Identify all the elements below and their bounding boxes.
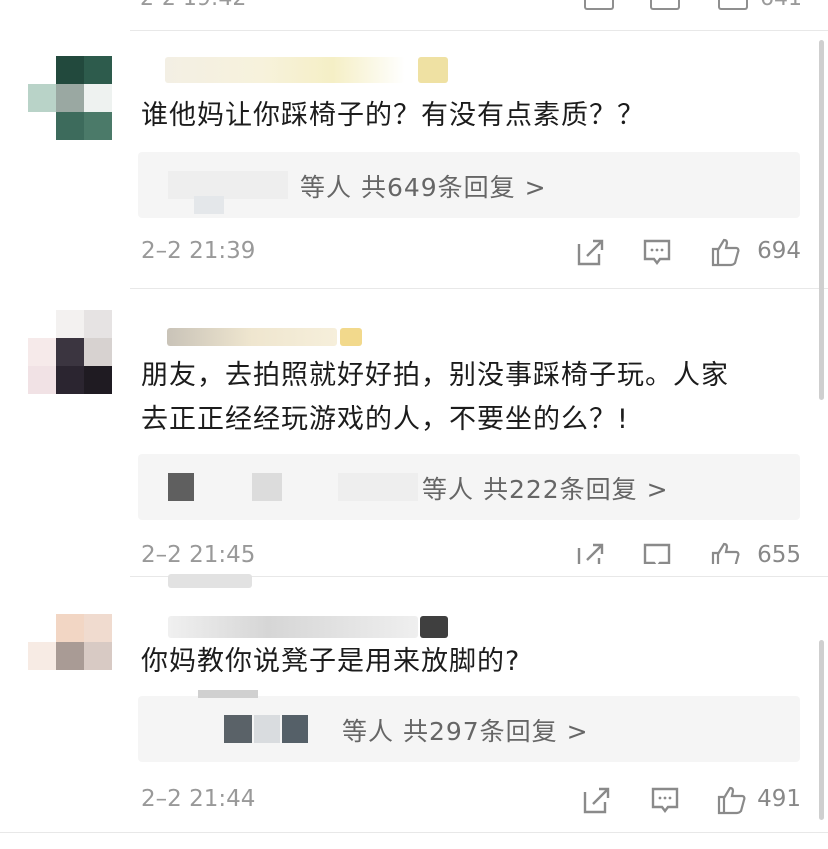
reply-summary-text: 等人 共649条回复 > [300,173,547,202]
comment-text-line: 朋友，去拍照就好好拍，别没事踩椅子玩。人家 [141,360,729,391]
comment-icon[interactable] [649,784,681,816]
thumbs-up-icon[interactable] [715,784,747,816]
avatar[interactable] [28,614,112,698]
like-count: 694 [757,238,801,264]
reply-summary-box[interactable]: 等人 共222条回复 > [138,454,800,520]
blurred-overlay [168,574,252,588]
comment-icon[interactable] [641,540,673,564]
reply-summary-text: 等人 共222条回复 > [422,475,669,504]
previous-comment-meta: 2-2 19:42 641 [0,0,828,30]
reply-summary-text: 等人 共297条回复 > [342,717,589,746]
comment-item: 你妈教你说凳子是用来放脚的? 等人 共297条回复 > 2–2 21:44 49… [0,574,828,838]
comment-meta: 2–2 21:45 655 [141,540,801,564]
username-blurred[interactable] [165,57,405,83]
blurred-replier [254,715,280,743]
comment-icon[interactable] [641,236,673,268]
user-badge [420,616,448,638]
comment-time: 2–2 21:45 [141,542,256,564]
comment-meta: 2–2 21:39 694 [141,236,801,272]
blurred-replier [168,171,288,199]
blurred-replier [338,473,418,501]
blurred-replier [252,473,282,501]
comment-time: 2–2 21:44 [141,786,256,812]
comment-time: 2-2 19:42 [140,0,246,11]
scrollbar[interactable] [819,640,824,820]
like-count: 641 [760,0,802,11]
username-blurred[interactable] [168,616,418,638]
comment-meta: 2–2 21:44 491 [141,784,801,820]
avatar[interactable] [28,56,112,140]
divider [0,832,828,833]
thumbs-up-icon[interactable] [718,0,748,10]
blurred-replier [282,715,308,743]
avatar[interactable] [28,310,112,394]
comment-text: 你妈教你说凳子是用来放脚的? [141,646,521,677]
comment-text-line: 去正正经经玩游戏的人，不要坐的么？! [141,404,629,435]
comment-item: 谁他妈让你踩椅子的？有没有点素质？？ 等人 共649条回复 > 2–2 21:3… [0,30,828,288]
blurred-replier [168,473,194,501]
comment-time: 2–2 21:39 [141,238,256,264]
comment-text: 谁他妈让你踩椅子的？有没有点素质？？ [141,100,645,131]
reply-summary-box[interactable]: 等人 共649条回复 > [138,152,800,218]
comment-icon[interactable] [650,0,680,10]
comment-text: 朋友，去拍照就好好拍，别没事踩椅子玩。人家 去正正经经玩游戏的人，不要坐的么？! [141,354,801,442]
blurred-replier [194,196,224,214]
comment-item: 朋友，去拍照就好好拍，别没事踩椅子玩。人家 去正正经经玩游戏的人，不要坐的么？!… [0,288,828,576]
blurred-replier [198,690,258,698]
like-count: 655 [757,542,801,564]
share-icon[interactable] [575,236,607,268]
scrollbar[interactable] [819,40,824,400]
share-icon[interactable] [575,540,607,564]
share-icon[interactable] [584,0,614,10]
user-badge [340,328,362,346]
share-icon[interactable] [581,784,613,816]
reply-summary-box[interactable]: 等人 共297条回复 > [138,690,800,762]
username-blurred[interactable] [167,328,337,346]
thumbs-up-icon[interactable] [709,540,741,564]
thumbs-up-icon[interactable] [709,236,741,268]
blurred-replier [224,715,252,743]
user-badge [418,57,448,83]
like-count: 491 [757,786,801,812]
